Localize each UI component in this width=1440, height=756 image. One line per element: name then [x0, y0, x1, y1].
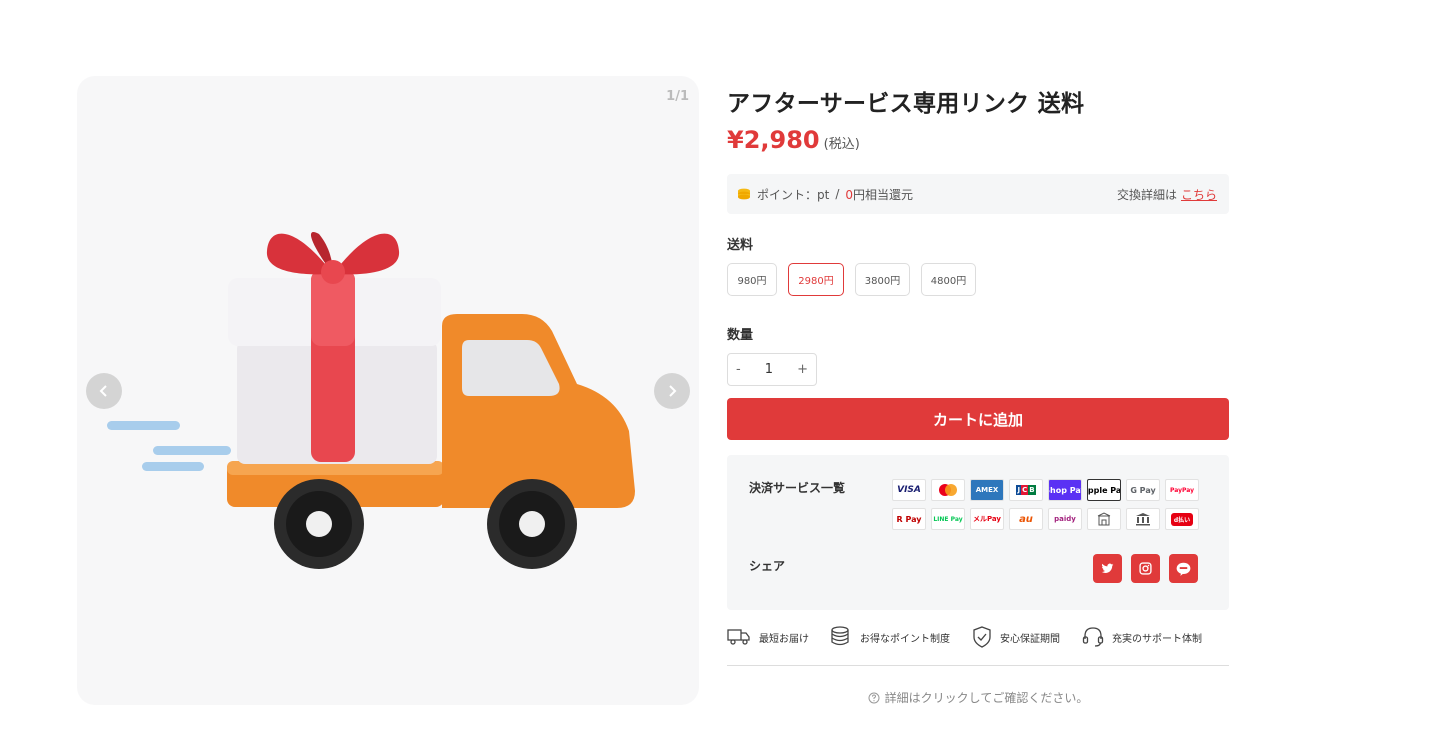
twitter-icon — [1101, 563, 1114, 573]
line-pay-icon: LINE Pay — [931, 508, 965, 530]
feature-fast-delivery: 最短お届け — [727, 627, 830, 647]
feature-label: 最短お届け — [759, 633, 809, 645]
share-label: シェア — [749, 559, 786, 573]
points-label: ポイント：pt — [757, 187, 830, 202]
jcb-icon: JCB — [1009, 479, 1043, 501]
coin-stack-icon — [831, 626, 849, 646]
merpay-icon: メルPay — [970, 508, 1004, 530]
product-price: ¥2,980 — [727, 126, 820, 154]
service-features: 最短お届け お得なポイント制度 安心保証期間 充実のサポート体制 — [727, 623, 1229, 651]
feature-support: 充実のサポート体制 — [1082, 626, 1202, 648]
price-row: ¥2,980 (税込) — [727, 126, 1229, 154]
payment-methods-grid: VISA AMEX JCB Shop Pay Apple Pay G Pay P… — [892, 479, 1204, 530]
tax-note: (税込) — [823, 137, 860, 152]
twitter-share-button[interactable] — [1093, 554, 1122, 583]
quantity-stepper: - 1 + — [727, 353, 817, 386]
product-title: アフターサービス専用リンク 送料 — [727, 91, 1085, 117]
shipping-option-980[interactable]: 980円 — [727, 263, 777, 296]
product-gallery: 1/1 — [77, 76, 699, 705]
exchange-link[interactable]: こちら — [1181, 188, 1217, 202]
amex-icon: AMEX — [970, 479, 1004, 501]
line-share-button[interactable] — [1169, 554, 1198, 583]
convenience-store-icon — [1087, 508, 1121, 530]
product-image — [107, 231, 635, 569]
payment-share-panel: 決済サービス一覧 VISA AMEX JCB Shop Pay Apple Pa… — [727, 455, 1229, 610]
shipping-options: 980円 2980円 3800円 4800円 — [727, 263, 1229, 296]
line-icon — [1176, 562, 1191, 576]
shipping-option-3800[interactable]: 3800円 — [855, 263, 910, 296]
points-separator: / — [835, 187, 840, 201]
feature-points: お得なポイント制度 — [830, 626, 972, 648]
coins-icon — [738, 188, 750, 200]
headset-icon — [1082, 627, 1104, 647]
feature-label: お得なポイント制度 — [860, 633, 950, 645]
mastercard-icon — [931, 479, 965, 501]
add-to-cart-button[interactable]: カートに追加 — [727, 398, 1229, 440]
d-barai-icon: d払い — [1165, 508, 1199, 530]
feature-warranty: 安心保証期間 — [972, 626, 1082, 648]
points-value: 0 — [845, 187, 854, 202]
paypay-icon: PayPay — [1165, 479, 1199, 501]
shield-check-icon — [973, 626, 991, 648]
feature-label: 安心保証期間 — [1000, 633, 1060, 645]
bank-transfer-icon — [1126, 508, 1160, 530]
shipping-option-4800[interactable]: 4800円 — [921, 263, 976, 296]
google-pay-icon: G Pay — [1126, 479, 1160, 501]
divider — [727, 665, 1229, 666]
chevron-left-icon — [99, 385, 107, 397]
next-image-button[interactable] — [654, 373, 690, 409]
quantity-plus-button[interactable]: + — [797, 362, 808, 377]
share-buttons — [1093, 554, 1198, 583]
truck-icon — [727, 629, 750, 645]
points-suffix: 円相当還元 — [853, 187, 914, 202]
points-box: ポイント：pt / 0円相当還元 交換詳細は こちら — [727, 174, 1229, 214]
image-counter: 1/1 — [666, 89, 689, 104]
chevron-right-icon — [669, 385, 677, 397]
apple-pay-icon: Apple Pay — [1087, 479, 1121, 501]
instagram-share-button[interactable] — [1131, 554, 1160, 583]
au-pay-icon: au — [1009, 508, 1043, 530]
details-note: 詳細はクリックしてご確認ください。 — [884, 691, 1089, 705]
prev-image-button[interactable] — [86, 373, 122, 409]
quantity-label: 数量 — [727, 328, 754, 343]
quantity-minus-button[interactable]: - — [736, 362, 741, 377]
product-info: アフターサービス専用リンク 送料 ¥2,980 (税込) ポイント：pt / 0… — [727, 84, 1229, 706]
details-link[interactable]: 詳細はクリックしてご確認ください。 — [727, 689, 1229, 706]
rakuten-pay-icon: R Pay — [892, 508, 926, 530]
shipping-option-2980[interactable]: 2980円 — [788, 263, 844, 296]
shipping-label: 送料 — [727, 238, 754, 253]
exchange-label: 交換詳細は — [1116, 187, 1177, 202]
question-circle-icon — [868, 692, 880, 703]
shop-pay-icon: Shop Pay — [1048, 479, 1082, 501]
instagram-icon — [1139, 562, 1152, 575]
payment-methods-label: 決済サービス一覧 — [749, 481, 846, 495]
paidy-icon: paidy — [1048, 508, 1082, 530]
visa-icon: VISA — [892, 479, 926, 501]
quantity-input[interactable]: 1 — [765, 362, 773, 377]
feature-label: 充実のサポート体制 — [1112, 633, 1202, 645]
